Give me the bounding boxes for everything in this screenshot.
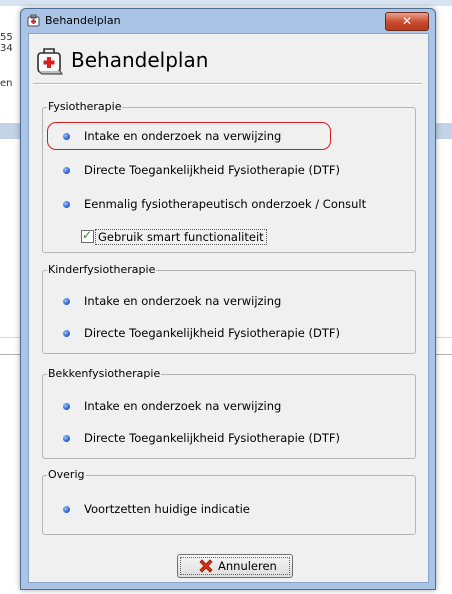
title-bar[interactable]: Behandelplan ✕ <box>21 9 435 33</box>
close-icon: ✕ <box>401 14 413 28</box>
cancel-label: Annuleren <box>218 559 277 573</box>
first-aid-kit-icon <box>27 14 40 27</box>
header-divider <box>33 83 422 85</box>
blue-dot-icon <box>63 403 70 410</box>
group-bekkenfysiotherapie: Bekkenfysiotherapie Intake en onderzoek … <box>42 367 416 459</box>
first-aid-kit-icon <box>37 48 63 75</box>
behandelplan-dialog: Behandelplan ✕ Behandelplan Fysiotherapi… <box>20 8 436 590</box>
option-label: Intake en onderzoek na verwijzing <box>84 129 282 143</box>
option-label: Directe Toegankelijkheid Fysiotherapie (… <box>84 163 340 177</box>
option-fysio-intake[interactable]: Intake en onderzoek na verwijzing <box>43 122 413 150</box>
option-label: Intake en onderzoek na verwijzing <box>84 399 282 413</box>
blue-dot-icon <box>63 167 70 174</box>
option-label: Eenmalig fysiotherapeutisch onderzoek / … <box>84 197 367 211</box>
option-label: Intake en onderzoek na verwijzing <box>84 294 282 308</box>
group-label: Overig <box>47 468 86 481</box>
group-fysiotherapie: Fysiotherapie Intake en onderzoek na ver… <box>42 100 416 253</box>
background-text-3: en <box>0 78 13 89</box>
page-title: Behandelplan <box>71 48 209 72</box>
window-title: Behandelplan <box>45 14 121 27</box>
group-overig: Overig Voortzetten huidige indicatie <box>42 468 416 535</box>
background-text-2: 34 <box>0 43 13 54</box>
checkbox-label: Gebruik smart functionaliteit <box>95 229 267 245</box>
background-toolbar <box>0 0 452 6</box>
blue-dot-icon <box>63 330 70 337</box>
dialog-content: Behandelplan Fysiotherapie Intake en ond… <box>28 33 429 583</box>
blue-dot-icon <box>63 506 70 513</box>
option-bekken-intake[interactable]: Intake en onderzoek na verwijzing <box>43 398 413 416</box>
blue-dot-icon <box>63 201 70 208</box>
option-fysio-dtf[interactable]: Directe Toegankelijkheid Fysiotherapie (… <box>43 162 413 180</box>
group-label: Kinderfysiotherapie <box>47 263 157 276</box>
option-fysio-consult[interactable]: Eenmalig fysiotherapeutisch onderzoek / … <box>43 196 413 214</box>
checkbox-box[interactable]: ✓ <box>81 228 94 243</box>
blue-dot-icon <box>63 133 70 140</box>
smart-functionaliteit-checkbox[interactable]: ✓ Gebruik smart functionaliteit <box>81 228 281 245</box>
option-label: Directe Toegankelijkheid Fysiotherapie (… <box>84 431 340 445</box>
group-kinderfysiotherapie: Kinderfysiotherapie Intake en onderzoek … <box>42 263 416 354</box>
red-x-icon <box>199 559 213 573</box>
cancel-button[interactable]: Annuleren <box>177 554 293 578</box>
option-overig-voortzetten[interactable]: Voortzetten huidige indicatie <box>43 501 413 519</box>
close-button[interactable]: ✕ <box>385 12 429 31</box>
option-kinder-dtf[interactable]: Directe Toegankelijkheid Fysiotherapie (… <box>43 325 413 343</box>
blue-dot-icon <box>63 298 70 305</box>
group-label: Fysiotherapie <box>47 100 123 113</box>
option-label: Voortzetten huidige indicatie <box>84 502 250 516</box>
option-kinder-intake[interactable]: Intake en onderzoek na verwijzing <box>43 293 413 311</box>
option-bekken-dtf[interactable]: Directe Toegankelijkheid Fysiotherapie (… <box>43 430 413 448</box>
check-icon: ✓ <box>82 228 93 242</box>
blue-dot-icon <box>63 435 70 442</box>
group-label: Bekkenfysiotherapie <box>47 367 162 380</box>
option-label: Directe Toegankelijkheid Fysiotherapie (… <box>84 326 340 340</box>
background-text-1: 55 <box>0 32 13 43</box>
